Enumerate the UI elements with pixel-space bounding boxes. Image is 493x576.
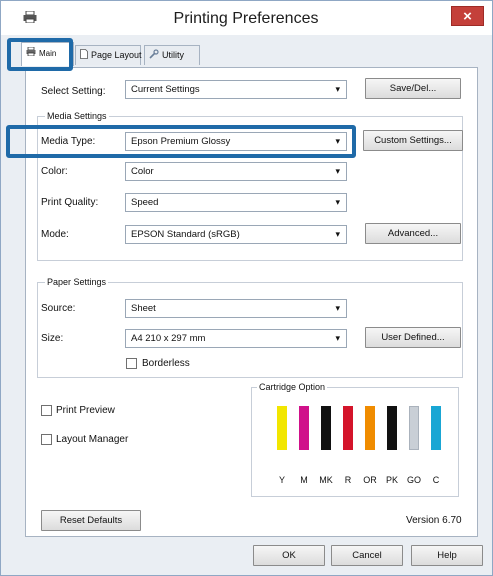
tab-page-layout-label: Page Layout: [91, 50, 142, 60]
size-dropdown[interactable]: A4 210 x 297 mm ▾: [125, 329, 347, 348]
wrench-icon: [149, 47, 159, 65]
chevron-down-icon: ▾: [335, 84, 340, 94]
ink-bar-pk: [387, 406, 397, 450]
media-type-highlight: [6, 125, 356, 158]
print-quality-label: Print Quality:: [41, 197, 99, 208]
ink-label-pk: PK: [385, 475, 398, 485]
print-preview-label: Print Preview: [56, 405, 115, 416]
color-value: Color: [131, 166, 154, 177]
color-label: Color:: [41, 166, 68, 177]
page-icon: [80, 47, 88, 65]
borderless-label: Borderless: [142, 358, 190, 369]
tab-page-layout[interactable]: Page Layout: [75, 45, 142, 65]
mode-dropdown[interactable]: EPSON Standard (sRGB) ▾: [125, 225, 347, 244]
select-setting-dropdown[interactable]: Current Settings ▾: [125, 80, 347, 99]
media-settings-title: Media Settings: [45, 111, 109, 121]
source-dropdown[interactable]: Sheet ▾: [125, 299, 347, 318]
print-quality-value: Speed: [131, 197, 159, 208]
ink-label-c: C: [432, 475, 440, 485]
ink-bar-y: [277, 406, 287, 450]
ink-bar-go: [409, 406, 419, 450]
printing-preferences-window: Printing Preferences × Main Page Layout …: [0, 0, 493, 576]
borderless-checkbox[interactable]: [126, 358, 137, 369]
cartridge-option-title: Cartridge Option: [257, 382, 328, 392]
title-bar[interactable]: Printing Preferences ×: [1, 1, 492, 35]
version-text: Version 6.70: [406, 515, 462, 526]
select-setting-value: Current Settings: [131, 84, 200, 95]
chevron-down-icon: ▾: [335, 333, 340, 343]
select-setting-label: Select Setting:: [41, 86, 106, 97]
ink-bar-c: [431, 406, 441, 450]
source-value: Sheet: [131, 303, 156, 314]
chevron-down-icon: ▾: [335, 303, 340, 313]
save-del-button[interactable]: Save/Del...: [365, 78, 461, 99]
ink-label-r: R: [344, 475, 352, 485]
chevron-down-icon: ▾: [335, 197, 340, 207]
chevron-down-icon: ▾: [335, 229, 340, 239]
ink-label-m: M: [300, 475, 308, 485]
size-value: A4 210 x 297 mm: [131, 333, 206, 344]
ink-label-mk: MK: [319, 475, 333, 485]
custom-settings-button[interactable]: Custom Settings...: [363, 130, 463, 151]
ink-label-or: OR: [363, 475, 377, 485]
tab-utility-label: Utility: [162, 50, 184, 60]
ink-bar-mk: [321, 406, 331, 450]
advanced-button[interactable]: Advanced...: [365, 223, 461, 244]
layout-manager-checkbox[interactable]: [41, 434, 52, 445]
print-preview-checkbox[interactable]: [41, 405, 52, 416]
main-tab-highlight: [7, 38, 73, 71]
printer-icon: [23, 11, 37, 23]
ink-label-y: Y: [278, 475, 285, 485]
print-quality-dropdown[interactable]: Speed ▾: [125, 193, 347, 212]
close-button[interactable]: ×: [451, 6, 484, 26]
help-button[interactable]: Help: [411, 545, 483, 566]
user-defined-button[interactable]: User Defined...: [365, 327, 461, 348]
tab-utility[interactable]: Utility: [144, 45, 200, 65]
ink-bar-or: [365, 406, 375, 450]
ink-label-go: GO: [407, 475, 422, 485]
cancel-button[interactable]: Cancel: [331, 545, 403, 566]
reset-defaults-button[interactable]: Reset Defaults: [41, 510, 141, 531]
paper-settings-title: Paper Settings: [45, 277, 109, 287]
source-label: Source:: [41, 303, 76, 314]
layout-manager-label: Layout Manager: [56, 434, 129, 445]
color-dropdown[interactable]: Color ▾: [125, 162, 347, 181]
ink-bar-r: [343, 406, 353, 450]
ink-bar-m: [299, 406, 309, 450]
size-label: Size:: [41, 333, 64, 344]
mode-label: Mode:: [41, 229, 69, 240]
ok-button[interactable]: OK: [253, 545, 325, 566]
mode-value: EPSON Standard (sRGB): [131, 229, 240, 240]
chevron-down-icon: ▾: [335, 166, 340, 176]
window-title: Printing Preferences: [173, 10, 319, 27]
